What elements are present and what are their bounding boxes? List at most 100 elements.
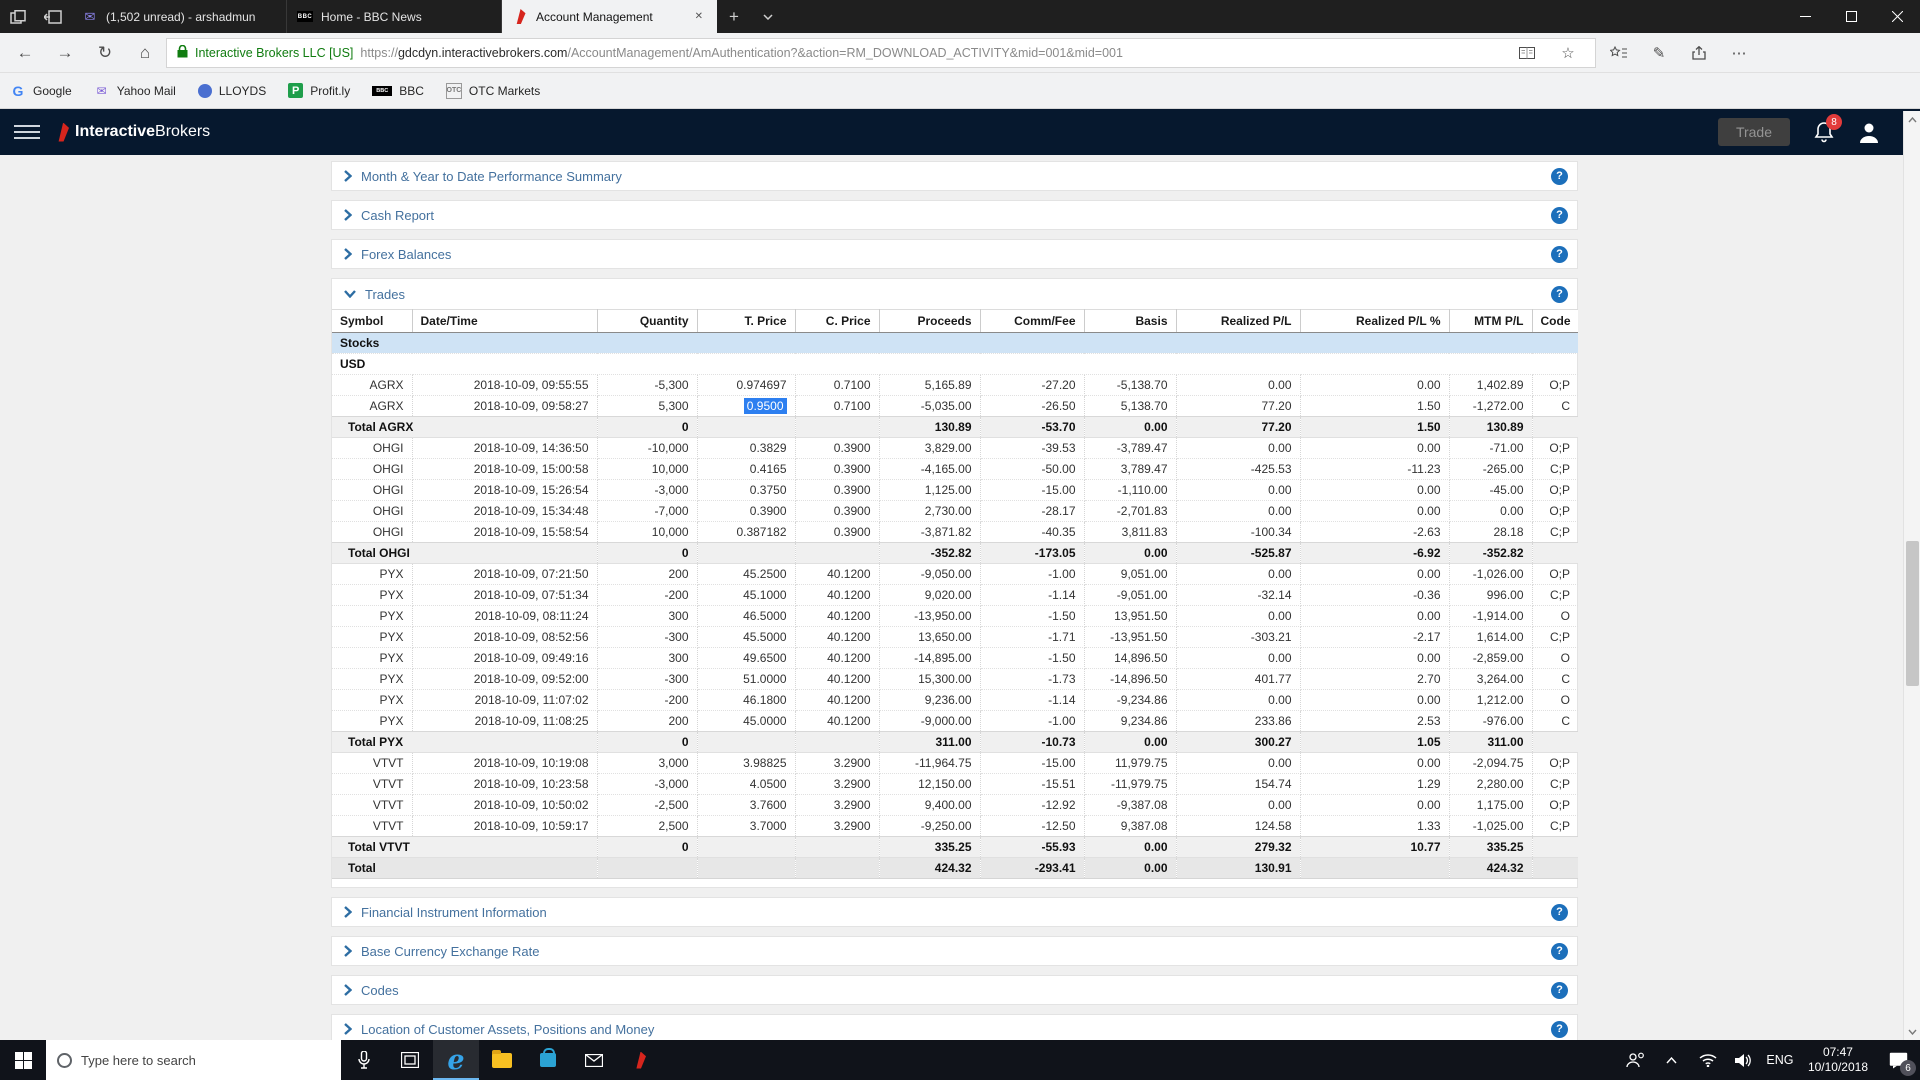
table-cell: OHGI bbox=[332, 521, 413, 543]
table-cell: 9,051.00 bbox=[1084, 563, 1177, 585]
action-center-icon[interactable]: 6 bbox=[1880, 1040, 1916, 1080]
table-cell: 311.00 bbox=[879, 731, 981, 753]
table-row: Total 424.32 -293.41 0.00 130.91 424.32 bbox=[332, 857, 1578, 879]
people-icon[interactable] bbox=[1620, 1040, 1652, 1080]
browser-tab[interactable]: BBC Home - BBC News bbox=[287, 0, 502, 33]
taskbar-file-explorer-icon[interactable] bbox=[479, 1040, 525, 1080]
close-button[interactable] bbox=[1874, 0, 1920, 33]
back-button[interactable]: ← bbox=[6, 37, 44, 69]
help-icon[interactable]: ? bbox=[1551, 903, 1568, 921]
section-bar-trades[interactable]: Trades ? bbox=[332, 279, 1577, 309]
more-options-icon[interactable]: ⋯ bbox=[1722, 38, 1756, 68]
set-aside-tabs-icon[interactable] bbox=[10, 9, 26, 24]
chevron-right-icon bbox=[344, 248, 352, 260]
notifications-bell[interactable]: 8 bbox=[1814, 114, 1842, 143]
table-cell: -2,859.00 bbox=[1449, 647, 1533, 669]
bookmark-google[interactable]: G Google bbox=[10, 83, 72, 99]
user-account-button[interactable] bbox=[1858, 121, 1880, 143]
wifi-icon[interactable] bbox=[1692, 1040, 1724, 1080]
section-bar-bottom-1[interactable]: Base Currency Exchange Rate? bbox=[331, 936, 1578, 966]
mic-icon[interactable] bbox=[341, 1040, 387, 1080]
add-favorite-star-icon[interactable]: ☆ bbox=[1551, 39, 1585, 67]
scrollbar-thumb[interactable] bbox=[1906, 541, 1919, 686]
show-hidden-icons-chevron[interactable] bbox=[1656, 1040, 1688, 1080]
forward-button[interactable]: → bbox=[46, 37, 84, 69]
table-cell: 0 bbox=[597, 836, 698, 858]
bookmark-otc[interactable]: OTC OTC Markets bbox=[445, 82, 540, 99]
start-button[interactable] bbox=[0, 1040, 46, 1080]
taskbar-search[interactable]: Type here to search bbox=[46, 1040, 341, 1080]
taskbar-mail-icon[interactable] bbox=[571, 1040, 617, 1080]
otc-icon: OTC bbox=[445, 82, 462, 99]
table-cell: -10,000 bbox=[597, 437, 698, 459]
table-cell: -1,026.00 bbox=[1449, 563, 1533, 585]
chevron-right-icon bbox=[344, 1023, 352, 1035]
help-icon[interactable]: ? bbox=[1551, 285, 1568, 303]
taskbar-ib-tws-icon[interactable] bbox=[617, 1040, 663, 1080]
ib-flame-icon bbox=[58, 122, 69, 142]
bookmark-bbc[interactable]: BBC BBC bbox=[372, 84, 424, 98]
page-scrollbar[interactable] bbox=[1903, 111, 1920, 1040]
tab-close-icon[interactable]: ✕ bbox=[691, 9, 707, 24]
scroll-up-icon[interactable] bbox=[1904, 111, 1920, 128]
home-button[interactable]: ⌂ bbox=[126, 37, 164, 69]
help-icon[interactable]: ? bbox=[1551, 942, 1568, 960]
browser-tab-bar: ✉ (1,502 unread) - arshadmun BBC Home - BBC… bbox=[0, 0, 1920, 33]
bookmark-yahoo-mail[interactable]: ✉ Yahoo Mail bbox=[94, 83, 176, 99]
task-view-button[interactable] bbox=[387, 1040, 433, 1080]
favorites-hub-icon[interactable] bbox=[1602, 38, 1636, 68]
maximize-button[interactable] bbox=[1828, 0, 1874, 33]
table-cell: 10,000 bbox=[597, 458, 698, 480]
bookmarks-bar: G Google ✉ Yahoo Mail LLOYDS P Profit.ly BBC BBC… bbox=[0, 73, 1920, 109]
volume-icon[interactable] bbox=[1728, 1040, 1760, 1080]
help-icon[interactable]: ? bbox=[1551, 167, 1568, 185]
section-bar-0[interactable]: Month & Year to Date Performance Summary… bbox=[331, 161, 1578, 191]
section-bar-2[interactable]: Forex Balances? bbox=[331, 239, 1578, 269]
table-row: Total OHGI 0 -352.82 -173.05 0.00 -525.87 -6.9… bbox=[332, 542, 1578, 564]
restore-tabs-icon[interactable] bbox=[44, 9, 62, 24]
table-row: Total PYX 0 311.00 -10.73 0.00 300.27 1.05 311.… bbox=[332, 731, 1578, 753]
tab-preview-chevron-icon[interactable] bbox=[751, 0, 785, 33]
table-cell: O;P bbox=[1532, 752, 1578, 774]
table-cell bbox=[1532, 857, 1578, 879]
table-cell: -976.00 bbox=[1449, 710, 1533, 732]
reading-view-icon[interactable] bbox=[1510, 39, 1544, 67]
section-bar-1[interactable]: Cash Report? bbox=[331, 200, 1578, 230]
taskbar-store-icon[interactable] bbox=[525, 1040, 571, 1080]
share-icon[interactable] bbox=[1682, 38, 1716, 68]
table-cell bbox=[597, 857, 698, 879]
section-bar-bottom-2[interactable]: Codes? bbox=[331, 975, 1578, 1005]
bookmark-lloyds[interactable]: LLOYDS bbox=[197, 83, 266, 98]
table-cell: 0.3829 bbox=[697, 437, 796, 459]
browser-tab[interactable]: Account Management ✕ bbox=[502, 0, 717, 33]
table-cell: 0.387182 bbox=[697, 521, 796, 543]
language-indicator[interactable]: ENG bbox=[1764, 1040, 1796, 1080]
refresh-button[interactable]: ↻ bbox=[86, 37, 124, 69]
table-row: OHGI 2018-10-09, 15:34:48 -7,000 0.3900 0.39… bbox=[332, 500, 1578, 522]
help-icon[interactable]: ? bbox=[1551, 206, 1568, 224]
help-icon[interactable]: ? bbox=[1551, 981, 1568, 999]
taskbar-clock[interactable]: 07:47 10/10/2018 bbox=[1800, 1045, 1876, 1075]
address-bar[interactable]: Interactive Brokers LLC [US] https://gdc… bbox=[166, 37, 1596, 68]
table-cell: 2018-10-09, 09:49:16 bbox=[412, 647, 598, 669]
trades-table: Symbol Date/Time Quantity T. Price C. Price P… bbox=[332, 309, 1578, 879]
section-bar-bottom-0[interactable]: Financial Instrument Information? bbox=[331, 897, 1578, 927]
annotate-pen-icon[interactable]: ✎ bbox=[1642, 38, 1676, 68]
section-bar-bottom-3[interactable]: Location of Customer Assets, Positions a… bbox=[331, 1014, 1578, 1040]
menu-hamburger-icon[interactable] bbox=[14, 125, 40, 139]
table-cell: 0.00 bbox=[1084, 836, 1177, 858]
trade-button[interactable]: Trade bbox=[1717, 118, 1790, 146]
tab-title: Home - BBC News bbox=[321, 9, 422, 24]
scroll-down-icon[interactable] bbox=[1904, 1023, 1920, 1040]
taskbar-edge-icon[interactable]: e bbox=[433, 1040, 479, 1080]
table-cell: 40.1200 bbox=[795, 689, 880, 711]
browser-tab[interactable]: ✉ (1,502 unread) - arshadmun bbox=[72, 0, 287, 33]
url-text: https://gdcdyn.interactivebrokers.com/Ac… bbox=[360, 45, 1123, 60]
help-icon[interactable]: ? bbox=[1551, 245, 1568, 263]
table-cell bbox=[1532, 731, 1578, 753]
help-icon[interactable]: ? bbox=[1551, 1020, 1568, 1038]
minimize-button[interactable] bbox=[1782, 0, 1828, 33]
new-tab-button[interactable]: + bbox=[717, 0, 751, 33]
bookmark-profitly[interactable]: P Profit.ly bbox=[288, 83, 350, 98]
table-cell: 0 bbox=[597, 542, 698, 564]
